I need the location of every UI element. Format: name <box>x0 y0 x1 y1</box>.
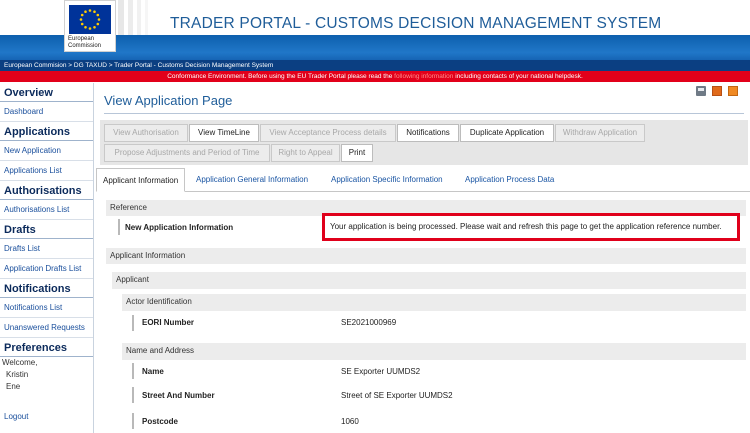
export-tools <box>696 86 738 96</box>
postcode-label: Postcode <box>142 417 179 426</box>
postcode-value: 1060 <box>341 417 359 426</box>
view-authorisation-button[interactable]: View Authorisation <box>104 124 188 142</box>
eori-number-label: EORI Number <box>142 318 195 327</box>
application-status-text: Your application is being processed. Ple… <box>330 222 722 231</box>
conformance-notice: Conformance Environment. Before using th… <box>0 71 750 82</box>
row-indicator <box>132 413 134 429</box>
propose-adjustments-button[interactable]: Propose Adjustments and Period of Time <box>104 144 270 162</box>
header-decoration <box>118 0 158 35</box>
conformance-text-after: including contacts of your national help… <box>455 73 583 80</box>
conformance-text-before: Conformance Environment. Before using th… <box>167 73 393 80</box>
sidebar-section-drafts: Drafts <box>0 220 93 239</box>
row-indicator <box>132 363 134 379</box>
sidebar-section-applications: Applications <box>0 122 93 141</box>
street-and-number-label: Street And Number <box>142 391 215 400</box>
logout-link[interactable]: Logout <box>0 407 93 427</box>
tab-application-process-data[interactable]: Application Process Data <box>465 168 554 192</box>
street-and-number-value: Street of SE Exporter UUMDS2 <box>341 391 453 400</box>
xml-export-icon[interactable] <box>728 86 738 96</box>
row-indicator <box>118 219 120 235</box>
name-label: Name <box>142 367 164 376</box>
print-button[interactable]: Print <box>341 144 373 162</box>
new-application-info-label: New Application Information <box>125 223 234 232</box>
row-indicator <box>132 387 134 403</box>
sidebar-item-unanswered-requests[interactable]: Unanswered Requests <box>0 318 93 338</box>
section-actor-identification: Actor Identification <box>122 294 746 311</box>
sidebar-section-notifications: Notifications <box>0 279 93 298</box>
sidebar-item-dashboard[interactable]: Dashboard <box>0 102 93 122</box>
site-title: TRADER PORTAL - CUSTOMS DECISION MANAGEM… <box>170 15 662 32</box>
welcome-text: Welcome, <box>2 358 38 367</box>
application-status-message: Your application is being processed. Ple… <box>322 213 740 241</box>
tab-bar: Applicant Information Application Genera… <box>96 168 750 192</box>
sidebar-item-application-drafts-list[interactable]: Application Drafts List <box>0 259 93 279</box>
withdraw-application-button[interactable]: Withdraw Application <box>555 124 645 142</box>
logo-text: European Commission <box>68 36 102 49</box>
sidebar-section-overview: Overview <box>0 83 93 102</box>
duplicate-application-button[interactable]: Duplicate Application <box>460 124 554 142</box>
section-applicant: Applicant <box>112 272 746 289</box>
sidebar-item-new-application[interactable]: New Application <box>0 141 93 161</box>
section-name-and-address: Name and Address <box>122 343 746 360</box>
sidebar-item-drafts-list[interactable]: Drafts List <box>0 239 93 259</box>
pdf-export-icon[interactable] <box>712 86 722 96</box>
eori-number-value: SE2021000969 <box>341 318 397 327</box>
view-timeline-button[interactable]: View TimeLine <box>189 124 259 142</box>
sidebar-section-authorisations: Authorisations <box>0 181 93 200</box>
sidebar: Overview Dashboard Applications New Appl… <box>0 83 94 433</box>
row-indicator <box>132 315 134 331</box>
section-applicant-information: Applicant Information <box>106 248 746 264</box>
action-toolbar: View Authorisation View TimeLine View Ac… <box>100 120 748 165</box>
title-divider <box>104 113 744 114</box>
page-title: View Application Page <box>104 93 233 108</box>
sidebar-item-applications-list[interactable]: Applications List <box>0 161 93 181</box>
user-first-name: Kristin <box>6 370 29 379</box>
sidebar-item-notifications-list[interactable]: Notifications List <box>0 298 93 318</box>
tab-applicant-information[interactable]: Applicant Information <box>96 168 186 192</box>
tab-application-specific-information[interactable]: Application Specific Information <box>331 168 443 192</box>
tab-application-general-information[interactable]: Application General Information <box>196 168 308 192</box>
sidebar-item-authorisations-list[interactable]: Authorisations List <box>0 200 93 220</box>
printer-icon[interactable] <box>696 86 706 96</box>
european-commission-logo[interactable]: European Commission <box>64 0 116 52</box>
notifications-button[interactable]: Notifications <box>397 124 459 142</box>
right-to-appeal-button[interactable]: Right to Appeal <box>271 144 340 162</box>
site-header: European Commission TRADER PORTAL - CUST… <box>0 0 750 52</box>
sidebar-section-preferences: Preferences <box>0 338 93 357</box>
main-content: View Application Page View Authorisation… <box>96 83 750 433</box>
view-acceptance-process-button[interactable]: View Acceptance Process details <box>260 124 396 142</box>
eu-flag-icon <box>69 5 111 34</box>
name-value: SE Exporter UUMDS2 <box>341 367 421 376</box>
breadcrumb[interactable]: European Commision > DG TAXUD > Trader P… <box>0 60 750 71</box>
conformance-info-link[interactable]: following information <box>394 73 453 80</box>
user-last-name: Ene <box>6 382 21 391</box>
